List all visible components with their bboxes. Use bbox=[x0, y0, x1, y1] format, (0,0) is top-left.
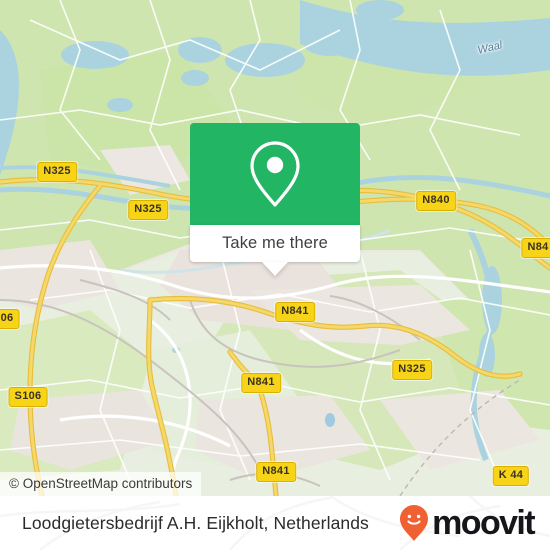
take-me-there-button[interactable]: Take me there bbox=[190, 225, 360, 262]
road-shield: N84 bbox=[521, 238, 550, 258]
place-title: Loodgietersbedrijf A.H. Eijkholt, Nether… bbox=[22, 512, 369, 533]
take-me-there-label: Take me there bbox=[222, 234, 328, 252]
road-shield: K 44 bbox=[492, 466, 530, 486]
road-shield: N841 bbox=[241, 373, 281, 393]
moovit-map-screenshot: N325 N325 N840 N84 06 N841 N325 N841 S10… bbox=[0, 0, 550, 550]
moovit-smiling-pin-icon bbox=[400, 505, 429, 541]
map-callout-card[interactable]: Take me there bbox=[190, 123, 360, 276]
road-shield: N325 bbox=[392, 360, 432, 380]
callout-icon-area bbox=[190, 123, 360, 225]
road-shield: N841 bbox=[256, 462, 296, 482]
osm-attribution[interactable]: © OpenStreetMap contributors bbox=[0, 472, 202, 496]
road-shield: N841 bbox=[275, 302, 315, 322]
callout-pointer bbox=[262, 262, 288, 276]
moovit-logo[interactable]: moovit bbox=[399, 504, 536, 542]
footer-bar: Loodgietersbedrijf A.H. Eijkholt, Nether… bbox=[0, 496, 550, 550]
road-shield: S106 bbox=[8, 387, 48, 407]
road-shield: N325 bbox=[128, 200, 168, 220]
map-pin-icon bbox=[250, 141, 300, 207]
moovit-wordmark: moovit bbox=[432, 504, 535, 542]
road-shield: N840 bbox=[416, 191, 456, 211]
road-shield: N325 bbox=[37, 162, 77, 182]
road-shield: 06 bbox=[0, 309, 20, 329]
